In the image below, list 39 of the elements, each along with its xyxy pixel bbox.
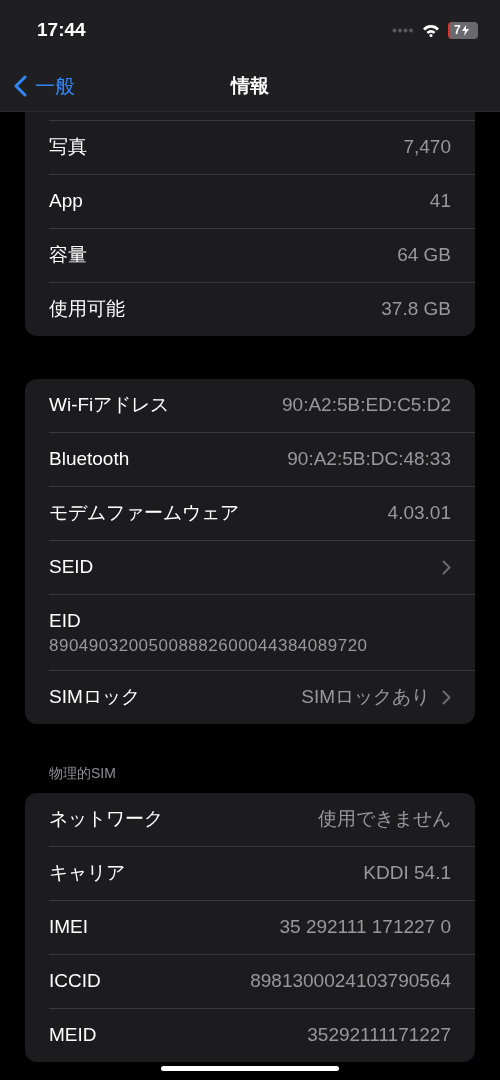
back-button[interactable]: 一般 [14, 71, 75, 101]
list-row[interactable]: SIMロック SIMロックあり [49, 671, 475, 724]
row-label: モデムファームウェア [49, 501, 239, 526]
row-label: ICCID [49, 969, 101, 994]
row-label: App [49, 189, 83, 214]
row-value: 35 292111 171227 0 [279, 915, 451, 940]
row-value: 使用できません [318, 807, 451, 832]
row-value: 90:A2:5B:DC:48:33 [287, 447, 451, 472]
row-value: 37.8 GB [381, 297, 451, 322]
row-value: 89049032005008882600044384089720 [49, 634, 369, 657]
chevron-icon [442, 560, 451, 575]
row-value: 64 GB [397, 243, 451, 268]
row-label: IMEI [49, 915, 89, 940]
row-value: 8981300024103790564 [250, 969, 451, 994]
list-row[interactable]: SEID [49, 541, 475, 594]
wifi-icon [422, 23, 440, 37]
row-value: 90:A2:5B:ED:C5:D2 [282, 393, 451, 418]
row-label: 写真 [49, 135, 87, 160]
signal-icon [392, 27, 414, 33]
row-label: Bluetooth [49, 447, 130, 472]
row-value: 4.03.01 [387, 501, 451, 526]
row-label: キャリア [49, 861, 125, 886]
row-value: SIMロックあり [301, 685, 430, 710]
row-value: KDDI 54.1 [363, 861, 451, 886]
row-label: 容量 [49, 243, 87, 268]
back-chevron-icon [14, 75, 27, 97]
status-time: 17:44 [37, 17, 86, 42]
row-value: 41 [429, 189, 451, 214]
nav-title: 情報 [231, 73, 269, 98]
row-label: MEID [49, 1023, 97, 1048]
row-value: 7,470 [403, 135, 451, 160]
battery-indicator: 7 [448, 21, 478, 39]
row-label: 使用可能 [49, 297, 125, 322]
row-value: 35292111171227 [307, 1023, 451, 1048]
row-label: EID [49, 608, 82, 633]
chevron-icon [442, 690, 451, 705]
row-label: ネットワーク [49, 807, 163, 832]
row-label: Wi-Fiアドレス [49, 393, 170, 418]
section-header: 物理的SIM [48, 764, 117, 783]
